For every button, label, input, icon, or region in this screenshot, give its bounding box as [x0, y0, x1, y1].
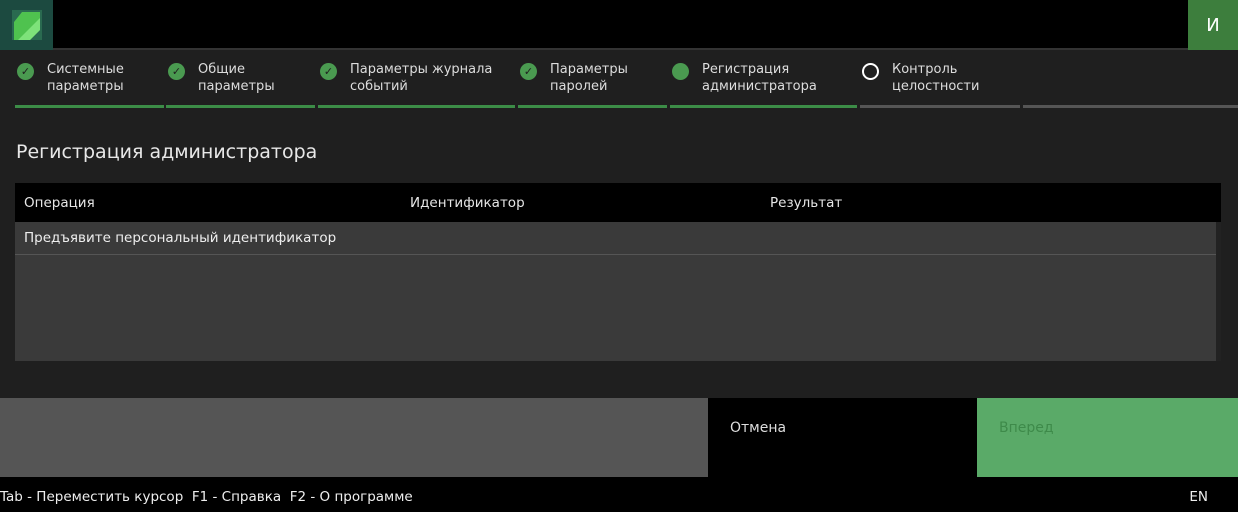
footer-spacer [0, 398, 708, 477]
language-indicator[interactable]: EN [1189, 489, 1208, 505]
step-integrity-control: Контроль целостности [860, 52, 1020, 108]
cell-operation: Предъявите персональный идентификатор [24, 230, 337, 246]
status-bar: Tab - Переместить курсор F1 - Справка F2… [0, 477, 1238, 512]
top-bar: И [0, 0, 1238, 50]
step-label: Регистрация администратора [702, 62, 817, 94]
pending-step-icon [862, 63, 879, 80]
table-row[interactable]: Предъявите персональный идентификатор [15, 222, 1216, 255]
check-icon: ✓ [17, 63, 34, 80]
check-icon: ✓ [520, 63, 537, 80]
step-password-params: ✓ Параметры паролей [518, 52, 667, 108]
step-event-log-params: ✓ Параметры журнала событий [318, 52, 515, 108]
step-admin-registration: Регистрация администратора [670, 52, 857, 108]
column-identifier: Идентификатор [410, 195, 525, 211]
column-operation: Операция [24, 195, 95, 211]
wizard-steps: ✓ Системные параметры ✓ Общие параметры ✓ П… [0, 52, 1238, 108]
cancel-button[interactable]: Отмена [708, 398, 977, 477]
check-icon: ✓ [168, 63, 185, 80]
step-general-params: ✓ Общие параметры [166, 52, 315, 108]
column-result: Результат [770, 195, 843, 211]
hotkeys-hint: Tab - Переместить курсор F1 - Справка F2… [0, 489, 413, 505]
registration-table: Операция Идентификатор Результат Предъяв… [15, 183, 1221, 361]
scrollbar[interactable] [1216, 222, 1221, 361]
step-label: Параметры паролей [550, 62, 628, 94]
footer: Отмена Вперед [0, 398, 1238, 477]
current-step-icon [672, 63, 689, 80]
user-initial: И [1206, 14, 1220, 36]
check-icon: ✓ [320, 63, 337, 80]
app-logo-icon [0, 0, 53, 50]
step-label: Параметры журнала событий [350, 62, 493, 94]
next-button[interactable]: Вперед [977, 398, 1238, 477]
user-menu-button[interactable]: И [1188, 0, 1238, 50]
page-title: Регистрация администратора [16, 141, 318, 163]
step-label: Системные параметры [47, 62, 124, 94]
step-label: Контроль целостности [892, 62, 980, 94]
step-label: Общие параметры [198, 62, 275, 94]
step-empty [1023, 52, 1238, 108]
step-system-params: ✓ Системные параметры [15, 52, 164, 108]
table-header: Операция Идентификатор Результат [15, 183, 1221, 222]
